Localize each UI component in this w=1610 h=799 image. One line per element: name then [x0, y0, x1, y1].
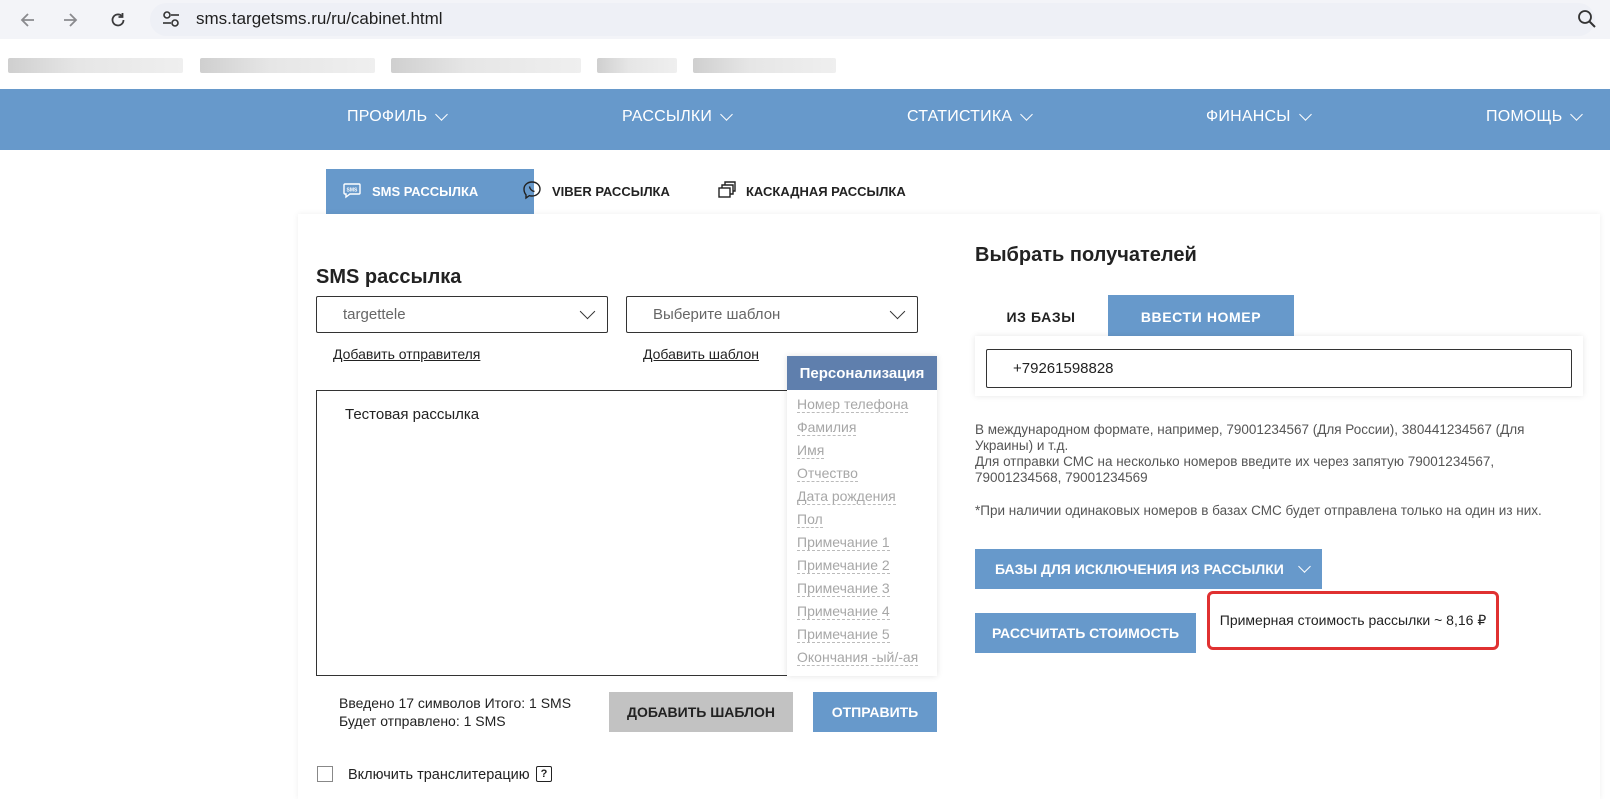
multi-number-hint: Для отправки СМС на несколько номеров вв…: [975, 454, 1495, 485]
calculate-cost-button[interactable]: РАССЧИТАТЬ СТОИМОСТЬ: [975, 613, 1196, 653]
bookmark-blurred[interactable]: [8, 58, 183, 73]
persona-item-gender[interactable]: Пол: [797, 511, 823, 528]
template-select-placeholder: Выберите шаблон: [653, 306, 781, 323]
cascade-icon: [716, 180, 736, 203]
browser-toolbar: sms.targetsms.ru/ru/cabinet.html: [0, 0, 1610, 39]
chevron-down-icon: [889, 303, 906, 320]
nav-profile[interactable]: ПРОФИЛЬ: [347, 107, 449, 126]
chevron-down-icon: [435, 107, 449, 121]
url-text[interactable]: sms.targetsms.ru/ru/cabinet.html: [196, 9, 443, 29]
sender-select-value: targettele: [343, 306, 406, 323]
sms-counter: Будет отправлено: 1 SMS: [339, 713, 506, 729]
template-select[interactable]: Выберите шаблон: [626, 296, 918, 333]
zoom-icon[interactable]: [1577, 9, 1597, 34]
phone-input-value: +79261598828: [1013, 360, 1114, 377]
chevron-down-icon: [1570, 107, 1584, 121]
tab-from-base[interactable]: ИЗ БАЗЫ: [975, 295, 1107, 339]
translit-checkbox[interactable]: [317, 766, 333, 782]
add-sender-link[interactable]: Добавить отправителя: [333, 346, 480, 362]
persona-item-note-3[interactable]: Примечание 3: [797, 580, 890, 597]
personalization-title: Персонализация: [787, 356, 937, 390]
add-template-button[interactable]: ДОБАВИТЬ ШАБЛОН: [609, 692, 793, 732]
message-text: Тестовая рассылка: [345, 406, 480, 423]
nav-mailings[interactable]: РАССЫЛКИ: [622, 107, 733, 126]
chevron-down-icon: [720, 107, 733, 121]
phone-input[interactable]: +79261598828: [986, 349, 1572, 388]
chevron-down-icon: [1297, 559, 1311, 573]
bookmark-blurred[interactable]: [693, 58, 836, 73]
tab-viber[interactable]: VIBER РАССЫЛКА: [522, 169, 670, 214]
send-button[interactable]: ОТПРАВИТЬ: [813, 692, 937, 732]
sms-form-title: SMS рассылка: [316, 266, 462, 288]
chevron-down-icon: [579, 303, 596, 320]
sms-chat-icon: SMS: [342, 181, 362, 202]
help-icon[interactable]: ?: [536, 766, 552, 782]
persona-item-name[interactable]: Имя: [797, 442, 825, 459]
persona-item-note-1[interactable]: Примечание 1: [797, 534, 890, 551]
bookmark-blurred[interactable]: [391, 58, 581, 73]
persona-item-note-5[interactable]: Примечание 5: [797, 626, 890, 643]
char-counter: Введено 17 символов Итого: 1 SMS: [339, 695, 572, 711]
nav-help[interactable]: ПОМОЩЬ: [1486, 107, 1584, 126]
sender-select[interactable]: targettele: [316, 296, 608, 333]
back-icon[interactable]: [16, 8, 40, 32]
viber-icon: [522, 180, 542, 203]
persona-item-patronymic[interactable]: Отчество: [797, 465, 858, 482]
estimated-cost-text: Примерная стоимость рассылки ~ 8,16 ₽: [1219, 612, 1487, 628]
add-template-link[interactable]: Добавить шаблон: [643, 346, 759, 362]
bookmark-blurred[interactable]: [597, 58, 677, 73]
persona-item-note-4[interactable]: Примечание 4: [797, 603, 890, 620]
tab-cascade-label: КАСКАДНАЯ РАССЫЛКА: [746, 184, 906, 199]
chevron-down-icon: [1020, 107, 1034, 121]
personalization-panel: Персонализация Номер телефона Фамилия Им…: [787, 356, 937, 676]
reload-icon[interactable]: [106, 8, 130, 32]
tab-sms[interactable]: SMS SMS РАССЫЛКА: [326, 169, 534, 214]
nav-statistics[interactable]: СТАТИСТИКА: [907, 107, 1034, 126]
persona-item-surname[interactable]: Фамилия: [797, 419, 857, 436]
exclude-bases-label: БАЗЫ ДЛЯ ИСКЛЮЧЕНИЯ ИЗ РАССЫЛКИ: [995, 561, 1284, 577]
duplicate-note: *При наличии одинаковых номеров в базах …: [975, 503, 1542, 518]
site-settings-icon[interactable]: [160, 8, 182, 35]
tab-enter-number[interactable]: ВВЕСТИ НОМЕР: [1108, 295, 1294, 339]
tab-viber-label: VIBER РАССЫЛКА: [552, 184, 670, 199]
recipients-title: Выбрать получателей: [975, 244, 1197, 266]
nav-finance[interactable]: ФИНАНСЫ: [1206, 107, 1312, 126]
translit-label: Включить транслитерацию: [348, 767, 530, 783]
tab-sms-label: SMS РАССЫЛКА: [372, 184, 479, 199]
bookmark-blurred[interactable]: [200, 58, 375, 73]
estimated-cost: Примерная стоимость рассылки ~ 8,16 ₽: [1207, 591, 1499, 650]
phone-format-hint: В международном формате, например, 79001…: [975, 422, 1525, 453]
bookmarks-bar: [0, 39, 1610, 89]
chevron-down-icon: [1298, 107, 1312, 121]
persona-item-note-2[interactable]: Примечание 2: [797, 557, 890, 574]
tab-cascade[interactable]: КАСКАДНАЯ РАССЫЛКА: [716, 169, 906, 214]
persona-item-phone[interactable]: Номер телефона: [797, 396, 909, 413]
main-nav: ПРОФИЛЬ РАССЫЛКИ СТАТИСТИКА ФИНАНСЫ ПОМО…: [0, 89, 1610, 150]
persona-item-endings[interactable]: Окончания -ый/-ая: [797, 649, 919, 666]
exclude-bases-button[interactable]: БАЗЫ ДЛЯ ИСКЛЮЧЕНИЯ ИЗ РАССЫЛКИ: [975, 549, 1322, 589]
forward-icon[interactable]: [58, 8, 82, 32]
svg-text:SMS: SMS: [347, 188, 359, 194]
persona-item-birthdate[interactable]: Дата рождения: [797, 488, 896, 505]
